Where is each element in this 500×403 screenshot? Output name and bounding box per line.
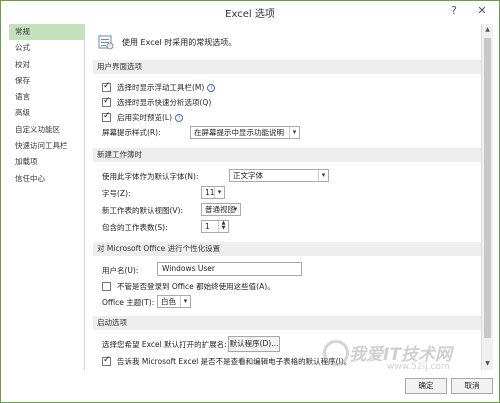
chevron-down-icon: ▾ (214, 187, 224, 198)
sidebar-item-formulas[interactable]: 公式 (9, 40, 84, 56)
font-size-select[interactable]: 11 ▾ (201, 186, 225, 199)
sheet-count-spinner[interactable]: 1 ▲ ▼ (201, 220, 229, 233)
live-preview-checkbox[interactable] (102, 111, 111, 122)
spin-arrows-icon[interactable]: ▲ ▼ (218, 221, 228, 232)
default-font-label: 使用此字体作为默认字体(N): (102, 172, 199, 181)
panel-description: 使用 Excel 时采用的常规选项。 (122, 37, 237, 47)
cancel-button[interactable]: 取消 (451, 378, 493, 394)
section-personalize: 对 Microsoft Office 进行个性化设置 (93, 242, 481, 256)
default-font-select[interactable]: 正文字体 ▾ (229, 169, 329, 182)
chevron-down-icon: ▾ (318, 170, 328, 181)
option-always-use[interactable]: 不管是否登录到 Office 都始终使用这些值(A)。 (102, 280, 275, 293)
chevron-down-icon: ▾ (230, 204, 240, 215)
excel-options-dialog: Excel 选项 ? ✕ 常规 公式 校对 保存 语言 高级 自定义功能区 快速… (0, 0, 500, 403)
always-use-label: 不管是否登录到 Office 都始终使用这些值(A)。 (117, 282, 275, 291)
username-input[interactable]: Windows User (157, 262, 302, 276)
general-options-panel: 使用 Excel 时采用的常规选项。 用户界面选项 选择时显示浮动工具栏(M) … (86, 24, 481, 370)
office-theme-label: Office 主题(T): (102, 298, 155, 307)
username-label: 用户名(U): (102, 266, 139, 275)
scroll-down-icon[interactable]: ▼ (482, 358, 493, 370)
sidebar-item-save[interactable]: 保存 (9, 73, 84, 89)
default-programs-button[interactable]: 默认程序(D)... (228, 336, 280, 352)
info-icon: i (207, 83, 216, 92)
sidebar-item-proofing[interactable]: 校对 (9, 57, 84, 73)
close-button[interactable]: ✕ (469, 1, 495, 21)
mini-toolbar-label: 选择时显示浮动工具栏(M) (117, 83, 205, 92)
ok-button[interactable]: 确定 (405, 378, 447, 394)
sidebar-item-quick-access-toolbar[interactable]: 快速访问工具栏 (9, 138, 84, 154)
tell-me-default-label: 告诉我 Microsoft Excel 是否不是查看和编辑电子表格的默认程序(I… (117, 357, 352, 366)
chevron-down-icon: ▾ (289, 127, 299, 138)
section-new-workbook: 新建工作簿时 (93, 148, 481, 162)
scroll-up-icon[interactable]: ▲ (482, 24, 493, 36)
help-button[interactable]: ? (441, 1, 467, 21)
scrollbar-thumb[interactable] (484, 38, 491, 338)
section-startup: 启动选项 (93, 316, 481, 330)
sidebar-item-language[interactable]: 语言 (9, 89, 84, 105)
default-view-label: 新工作表的默认视图(V): (102, 206, 184, 215)
info-icon: i (175, 113, 184, 122)
sidebar-item-trust-center[interactable]: 信任中心 (9, 171, 84, 187)
options-sidebar: 常规 公式 校对 保存 语言 高级 自定义功能区 快速访问工具栏 加载项 信任中… (9, 24, 85, 370)
section-ui-options: 用户界面选项 (93, 60, 481, 74)
mini-toolbar-checkbox[interactable] (102, 81, 111, 92)
live-preview-label: 启用实时预览(L) (117, 113, 173, 122)
office-theme-value: 白色 (161, 297, 176, 306)
panel-header: 使用 Excel 时采用的常规选项。 (98, 32, 236, 52)
vertical-scrollbar[interactable]: ▲ ▼ (481, 24, 493, 370)
screentip-label: 屏幕提示样式(R): (102, 128, 161, 137)
font-size-label: 字号(Z): (102, 189, 131, 198)
always-use-checkbox[interactable] (102, 282, 111, 291)
option-quick-analysis[interactable]: 选择时显示快速分析选项(Q) (102, 96, 211, 109)
screentip-style-value: 在屏幕提示中显示功能说明 (194, 128, 284, 137)
option-live-preview[interactable]: 启用实时预览(L) i (102, 111, 184, 124)
option-tell-me-default[interactable]: 告诉我 Microsoft Excel 是否不是查看和编辑电子表格的默认程序(I… (102, 355, 351, 368)
default-view-select[interactable]: 普通视图 ▾ (201, 203, 241, 216)
dialog-title: Excel 选项 (225, 9, 275, 20)
sheet-count-label: 包含的工作表数(S): (102, 223, 168, 232)
sidebar-item-add-ins[interactable]: 加载项 (9, 154, 84, 170)
sidebar-item-general[interactable]: 常规 (9, 24, 84, 41)
sheet-count-value: 1 (205, 222, 210, 231)
sidebar-item-customize-ribbon[interactable]: 自定义功能区 (9, 122, 84, 138)
screentip-style-select[interactable]: 在屏幕提示中显示功能说明 ▾ (190, 126, 300, 139)
chevron-down-icon: ▾ (180, 296, 190, 307)
default-font-value: 正文字体 (233, 171, 263, 180)
title-bar: Excel 选项 ? ✕ (1, 1, 499, 23)
sidebar-item-advanced[interactable]: 高级 (9, 105, 84, 121)
quick-analysis-label: 选择时显示快速分析选项(Q) (117, 98, 212, 107)
general-options-icon (98, 35, 114, 50)
dialog-footer: 确定 取消 (1, 370, 499, 402)
office-theme-select[interactable]: 白色 ▾ (157, 295, 191, 308)
option-mini-toolbar[interactable]: 选择时显示浮动工具栏(M) i (102, 81, 216, 94)
default-program-label: 选择您希望 Excel 默认打开的扩展名: (102, 340, 227, 349)
tell-me-default-checkbox[interactable] (102, 355, 111, 366)
quick-analysis-checkbox[interactable] (102, 96, 111, 107)
